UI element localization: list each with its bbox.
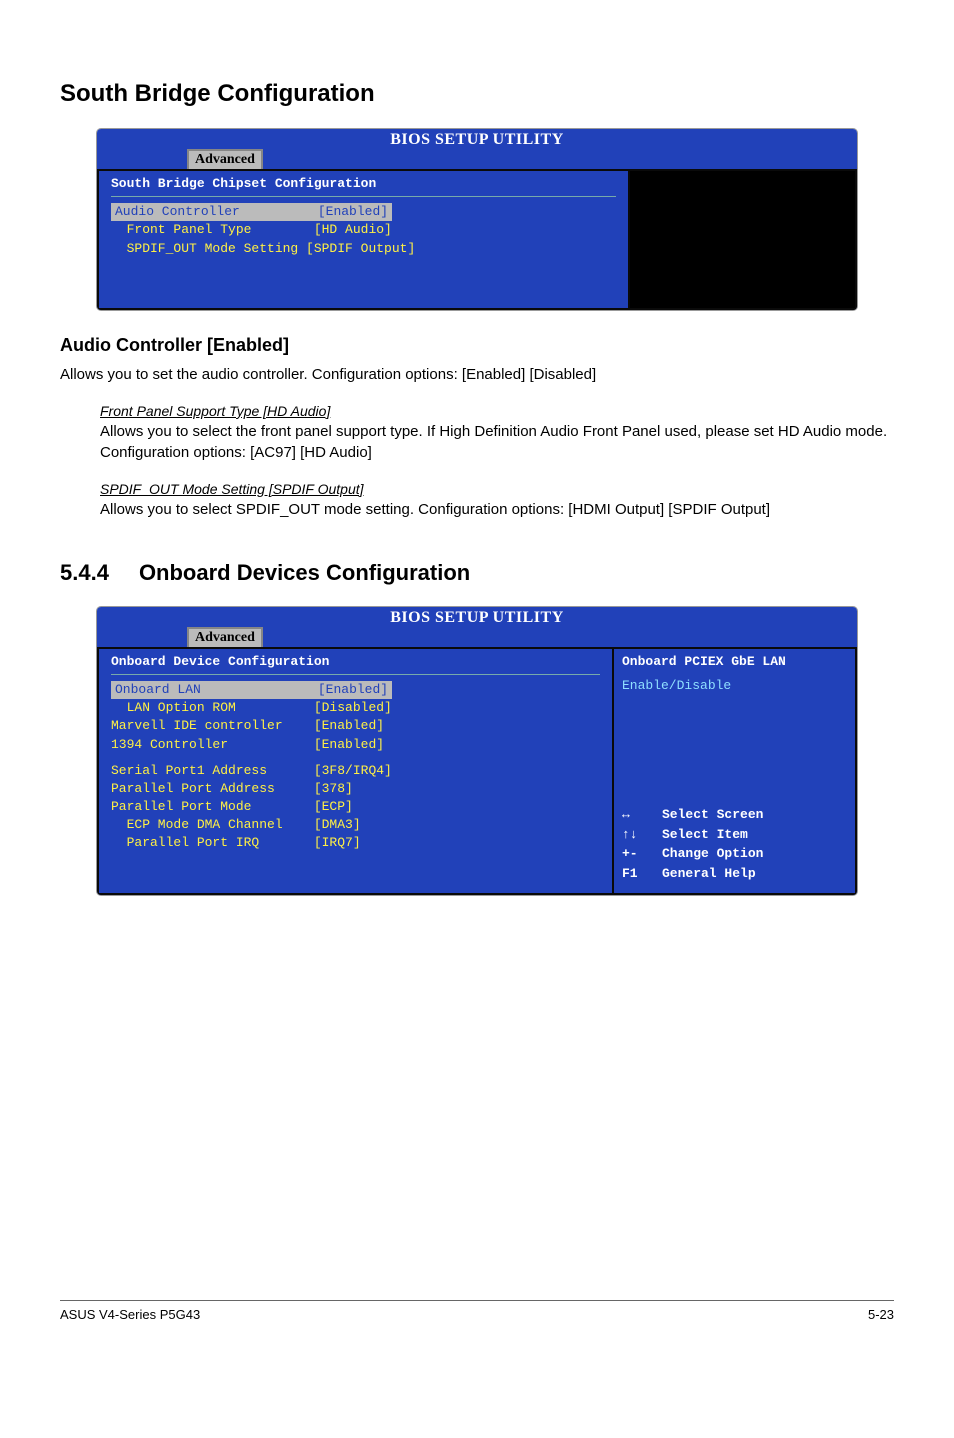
bios-main-panel: South Bridge Chipset Configuration Audio…	[97, 169, 630, 310]
key-plus-minus: +-	[622, 844, 662, 864]
nav-change-option: Change Option	[662, 844, 763, 864]
nav-select-screen: Select Screen	[662, 805, 763, 825]
front-panel-desc: Allows you to select the front panel sup…	[100, 421, 894, 463]
bios-help-panel-blank	[630, 169, 857, 310]
spdif-desc: Allows you to select SPDIF_OUT mode sett…	[100, 499, 894, 520]
bios-row-marvell-ide[interactable]: Marvell IDE controller [Enabled]	[111, 717, 600, 735]
bios-row-spdif[interactable]: SPDIF_OUT Mode Setting [SPDIF Output]	[111, 240, 616, 258]
bios-tab-advanced[interactable]: Advanced	[187, 627, 263, 647]
key-f1: F1	[622, 864, 662, 884]
help-body: Enable/Disable	[622, 677, 847, 695]
bios-row-parallel-addr[interactable]: Parallel Port Address [378]	[111, 780, 600, 798]
front-panel-title: Front Panel Support Type [HD Audio]	[100, 403, 894, 419]
bios-main-panel: Onboard Device Configuration Onboard LAN…	[97, 647, 614, 895]
help-title: Onboard PCIEX GbE LAN	[622, 653, 847, 671]
bios-selected-row[interactable]: Audio Controller [Enabled]	[111, 203, 616, 221]
section-5-4-4-heading: 5.4.4 Onboard Devices Configuration	[60, 560, 894, 586]
bios-window-south-bridge: BIOS SETUP UTILITY Advanced South Bridge…	[96, 128, 858, 311]
bios-title: BIOS SETUP UTILITY	[97, 607, 857, 627]
bios-section-label: Onboard Device Configuration	[111, 653, 600, 671]
nav-select-item: Select Item	[662, 825, 748, 845]
section-number: 5.4.4	[60, 560, 109, 586]
footer-right: 5-23	[868, 1307, 894, 1322]
footer-left: ASUS V4-Series P5G43	[60, 1307, 200, 1322]
audio-controller-desc: Allows you to set the audio controller. …	[60, 364, 894, 385]
bios-selected-row-onboard-lan[interactable]: Onboard LAN [Enabled]	[111, 681, 600, 699]
bios-window-onboard-devices: BIOS SETUP UTILITY Advanced Onboard Devi…	[96, 606, 858, 896]
bios-titlebar: BIOS SETUP UTILITY Advanced	[97, 129, 857, 169]
bios-help-panel: Onboard PCIEX GbE LAN Enable/Disable ↔Se…	[614, 647, 857, 895]
bios-row-parallel-mode[interactable]: Parallel Port Mode [ECP]	[111, 798, 600, 816]
bios-section-label: South Bridge Chipset Configuration	[111, 175, 616, 193]
bios-row-front-panel[interactable]: Front Panel Type [HD Audio]	[111, 221, 616, 239]
key-arrows-lr: ↔	[622, 805, 662, 825]
bios-title: BIOS SETUP UTILITY	[97, 129, 857, 149]
bios-row-ecp-dma[interactable]: ECP Mode DMA Channel [DMA3]	[111, 816, 600, 834]
sel-val: [Enabled]	[318, 204, 388, 219]
south-bridge-heading: South Bridge Configuration	[60, 80, 894, 108]
bios-row-lan-option-rom[interactable]: LAN Option ROM [Disabled]	[111, 699, 600, 717]
audio-controller-heading: Audio Controller [Enabled]	[60, 335, 894, 356]
section-title: Onboard Devices Configuration	[139, 560, 470, 586]
spdif-title: SPDIF_OUT Mode Setting [SPDIF Output]	[100, 481, 894, 497]
bios-row-parallel-irq[interactable]: Parallel Port IRQ [IRQ7]	[111, 834, 600, 852]
bios-titlebar: BIOS SETUP UTILITY Advanced	[97, 607, 857, 647]
bios-row-serial-port[interactable]: Serial Port1 Address [3F8/IRQ4]	[111, 762, 600, 780]
bios-tab-advanced[interactable]: Advanced	[187, 149, 263, 169]
sel-label: Audio Controller	[115, 204, 240, 219]
page-footer: ASUS V4-Series P5G43 5-23	[60, 1300, 894, 1322]
nav-general-help: General Help	[662, 864, 756, 884]
bios-row-1394[interactable]: 1394 Controller [Enabled]	[111, 736, 600, 754]
key-arrows-ud: ↑↓	[622, 825, 662, 845]
sel-val: [Enabled]	[318, 682, 388, 697]
sel-label: Onboard LAN	[115, 682, 201, 697]
nav-keys: ↔Select Screen ↑↓Select Item +-Change Op…	[622, 805, 847, 883]
